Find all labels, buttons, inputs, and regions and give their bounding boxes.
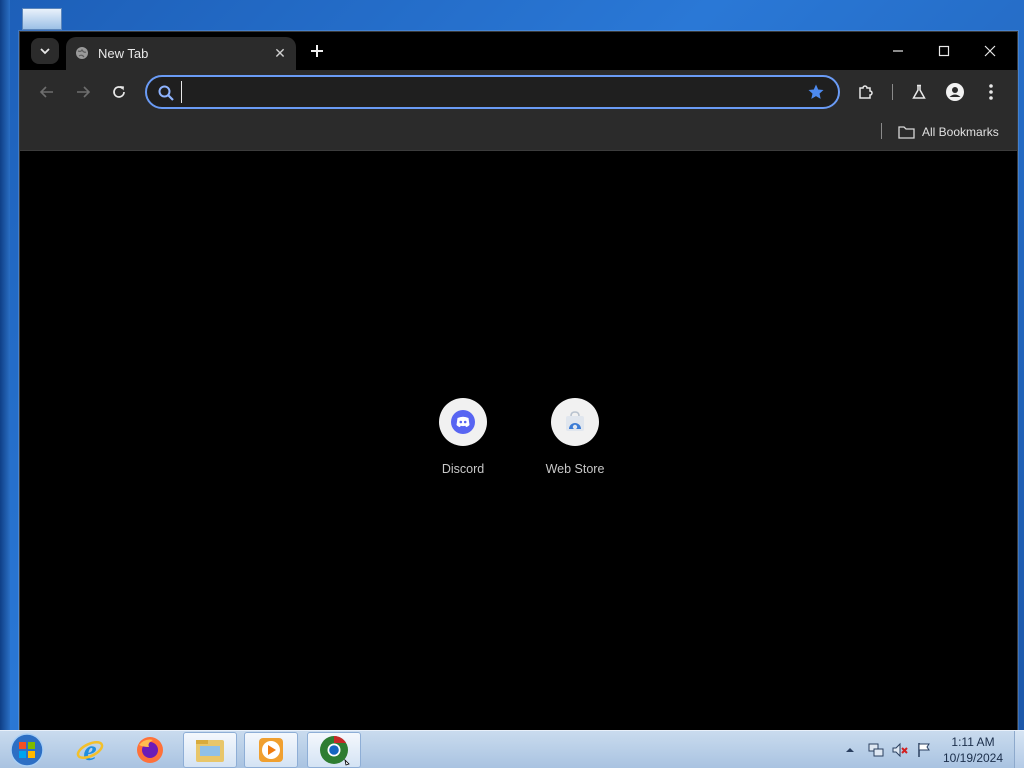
discord-icon [451, 410, 475, 434]
chevron-down-icon [40, 48, 50, 55]
tab-search-button[interactable] [31, 38, 59, 64]
volume-muted-icon[interactable] [891, 741, 909, 759]
plus-icon [311, 45, 323, 57]
shortcut-label: Discord [441, 462, 485, 476]
file-explorer-icon [196, 740, 224, 762]
web-store-icon [566, 411, 584, 431]
menu-button[interactable] [980, 81, 1002, 103]
internet-explorer-icon: e [76, 735, 104, 765]
desktop-icon[interactable] [22, 8, 62, 30]
arrow-right-icon [77, 86, 91, 98]
system-tray [843, 731, 933, 768]
close-tab-icon[interactable]: ✕ [272, 45, 288, 61]
media-player-icon [259, 738, 283, 762]
profile-icon [946, 83, 964, 101]
shortcut-tile [551, 398, 599, 446]
shortcut-label: Web Store [545, 462, 605, 476]
taskbar-clock[interactable]: 1:11 AM 10/19/2024 [940, 734, 1006, 766]
arrow-left-icon [39, 86, 53, 98]
shortcut-web-store[interactable]: Web Store [527, 398, 623, 476]
taskbar-internet-explorer[interactable]: e [63, 732, 117, 768]
chrome-icon [320, 736, 350, 766]
bookmark-star-icon[interactable] [807, 83, 825, 101]
new-tab-button[interactable] [306, 40, 328, 62]
clock-time: 1:11 AM [951, 735, 995, 749]
address-input[interactable] [181, 81, 791, 103]
taskbar-media-player[interactable] [244, 732, 298, 768]
back-button[interactable] [36, 81, 58, 103]
shortcut-tile [439, 398, 487, 446]
bookmarks-divider [881, 123, 882, 139]
search-icon [158, 85, 174, 101]
profile-button[interactable] [944, 81, 966, 103]
bookmarks-bar: All Bookmarks [20, 114, 1017, 151]
reload-icon [113, 86, 125, 98]
folder-icon [898, 126, 915, 139]
start-button[interactable] [8, 732, 46, 768]
tab-new-tab[interactable]: New Tab ✕ [66, 37, 296, 70]
taskbar-file-explorer[interactable] [183, 732, 237, 768]
clock-date: 10/19/2024 [942, 751, 1004, 765]
browser-window: New Tab ✕ All Bookmarks Discord Web Stor… [19, 31, 1018, 732]
taskbar: e 1:11 AM 10/19/2024 [0, 730, 1024, 768]
flask-icon [912, 84, 926, 99]
tab-strip: New Tab ✕ [20, 32, 1017, 70]
close-window-button[interactable] [978, 40, 1002, 62]
show-desktop-button[interactable] [1014, 731, 1024, 768]
svg-text:e: e [83, 735, 96, 765]
kebab-menu-icon [989, 84, 993, 100]
action-center-flag-icon[interactable] [915, 741, 933, 759]
taskbar-firefox[interactable] [123, 732, 177, 768]
puzzle-icon [859, 85, 873, 99]
extensions-button[interactable] [855, 81, 877, 103]
show-hidden-icons-icon[interactable] [843, 743, 857, 757]
reload-button[interactable] [108, 81, 130, 103]
shortcut-discord[interactable]: Discord [415, 398, 511, 476]
toolbar-divider [892, 84, 893, 100]
windows-logo-icon [10, 733, 44, 767]
close-icon [984, 45, 996, 57]
maximize-button[interactable] [932, 40, 956, 62]
taskbar-chrome[interactable] [307, 732, 361, 768]
minimize-icon [893, 50, 903, 52]
new-tab-page: Discord Web Store [20, 152, 1017, 732]
network-icon[interactable] [867, 741, 885, 759]
firefox-icon [137, 737, 163, 763]
forward-button[interactable] [72, 81, 94, 103]
all-bookmarks-label: All Bookmarks [922, 125, 999, 139]
maximize-icon [938, 45, 950, 57]
labs-button[interactable] [908, 81, 930, 103]
address-bar[interactable] [145, 75, 840, 109]
all-bookmarks-button[interactable]: All Bookmarks [898, 123, 999, 141]
browser-toolbar [20, 70, 1017, 114]
tab-title: New Tab [98, 46, 149, 61]
minimize-button[interactable] [886, 40, 910, 62]
globe-icon [76, 47, 88, 59]
desktop-background-edge [0, 0, 10, 730]
